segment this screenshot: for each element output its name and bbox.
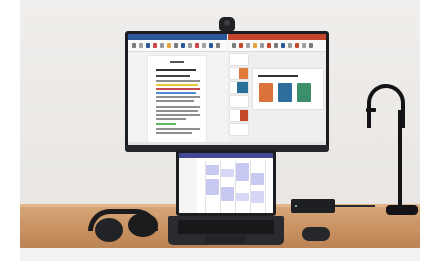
lamp-pole [398, 110, 402, 210]
docking-station [291, 199, 335, 213]
slide-thumbnail [230, 110, 248, 121]
calendar-event [236, 163, 249, 181]
webcam-lens [224, 20, 230, 26]
calendar-event [221, 187, 234, 201]
laptop-screen [179, 153, 273, 213]
laptop-keyboard-base [168, 216, 284, 245]
word-window [128, 34, 227, 145]
external-monitor [125, 31, 329, 152]
dock-status-light [295, 205, 297, 207]
calendar-sidebar [179, 158, 197, 213]
monitor-screen [128, 34, 326, 145]
slide-thumbnail [230, 54, 248, 65]
laptop-lid [176, 150, 276, 216]
calendar-event [251, 191, 264, 203]
slide-card [278, 83, 292, 102]
lamp-head [366, 108, 376, 112]
slide-thumbnail [230, 96, 248, 107]
desk-setup-photo [0, 0, 424, 261]
slide-thumbnail [230, 124, 248, 135]
cable [335, 205, 375, 207]
calendar-event [236, 193, 249, 201]
floor [20, 248, 420, 261]
slide-card [259, 83, 273, 102]
current-slide [253, 69, 323, 109]
mouse [302, 227, 330, 241]
powerpoint-window [228, 34, 326, 145]
calendar-event [206, 165, 219, 175]
slide-thumbnail [230, 82, 248, 93]
slide-card [297, 83, 311, 102]
ppt-ribbon [228, 40, 326, 52]
calendar-event [221, 169, 234, 177]
slide-thumbnails [230, 54, 248, 144]
touchpad [206, 235, 246, 243]
lamp-base [386, 205, 418, 215]
calendar-event [251, 173, 264, 185]
calendar-event [206, 179, 219, 195]
slide-thumbnail [230, 68, 248, 79]
headphones-cup [95, 218, 123, 242]
word-document-page [148, 56, 206, 142]
headphones-cup [128, 213, 158, 237]
keyboard [178, 220, 274, 234]
word-ribbon [128, 40, 227, 52]
webcam [219, 17, 235, 31]
